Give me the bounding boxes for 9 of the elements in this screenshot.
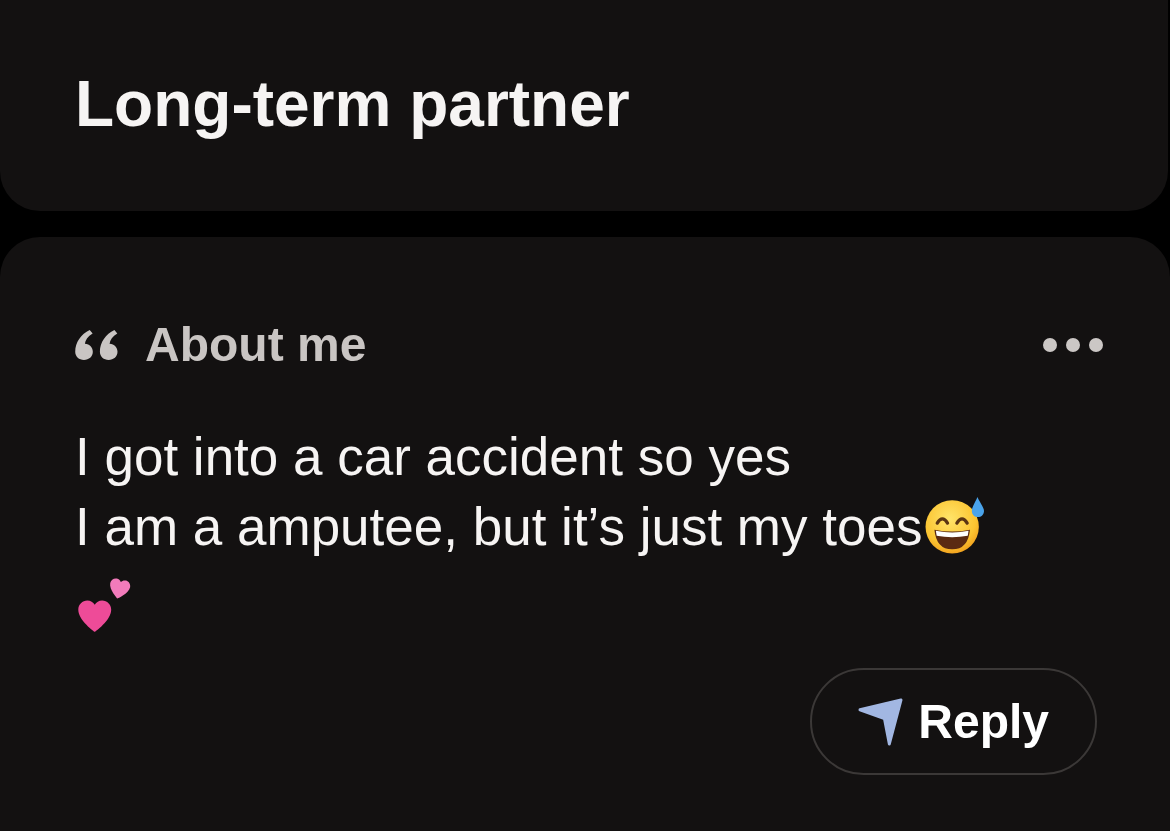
more-icon[interactable]	[1043, 338, 1103, 352]
about-text-line: I got into a car accident so yes	[75, 426, 791, 488]
grinning-sweat-face-icon	[925, 496, 986, 554]
reply-button[interactable]: Reply	[810, 668, 1097, 775]
send-icon	[858, 697, 904, 746]
looking-for-value: Long-term partner	[75, 67, 631, 141]
about-me-title: About me	[145, 321, 367, 369]
about-text-line: I am a amputee, but it’s just my toes	[75, 496, 923, 558]
quote-icon	[75, 330, 118, 360]
